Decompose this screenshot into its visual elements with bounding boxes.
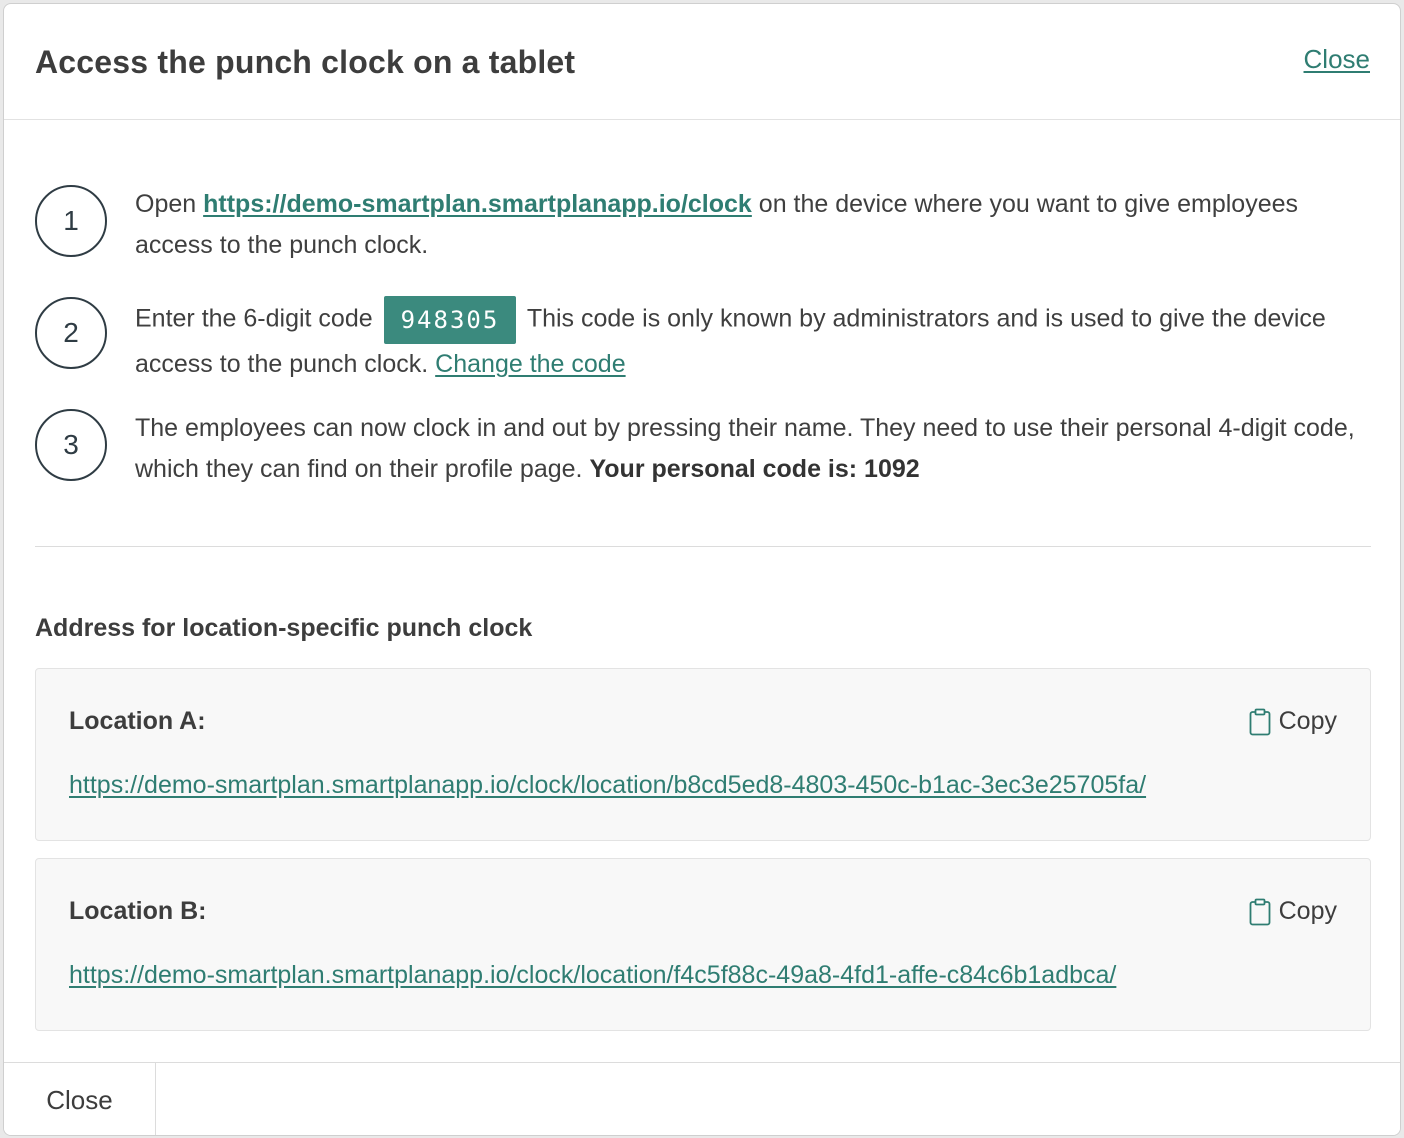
location-url-link[interactable]: https://demo-smartplan.smartplanapp.io/c…: [69, 771, 1146, 800]
step-text: The employees can now clock in and out b…: [135, 408, 1365, 490]
punch-clock-modal: Access the punch clock on a tablet Close…: [3, 3, 1401, 1136]
copy-button[interactable]: Copy: [1249, 707, 1337, 736]
step-text: Enter the 6-digit code 948305 This code …: [135, 296, 1365, 385]
step-number-circle: 3: [35, 409, 107, 481]
copy-label: Copy: [1278, 707, 1337, 735]
copy-label: Copy: [1278, 897, 1337, 925]
section-divider: [35, 546, 1371, 547]
device-code-badge: 948305: [383, 296, 517, 344]
location-name: Location B:: [69, 897, 207, 925]
modal-footer: Close: [4, 1062, 1400, 1135]
punch-clock-url-link[interactable]: https://demo-smartplan.smartplanapp.io/c…: [203, 190, 752, 218]
locations-section-label: Address for location-specific punch cloc…: [35, 614, 533, 642]
personal-code: Your personal code is: 1092: [589, 455, 920, 483]
footer-close-button[interactable]: Close: [4, 1063, 156, 1135]
step-prefix: Open: [135, 190, 197, 218]
clipboard-icon: [1249, 898, 1271, 925]
step-prefix: Enter the 6-digit code: [135, 304, 373, 333]
change-code-link[interactable]: Change the code: [435, 350, 625, 378]
step-number-circle: 1: [35, 185, 107, 257]
location-card: Location A: Copy https://demo-smartplan.…: [35, 668, 1371, 841]
location-card: Location B: Copy https://demo-smartplan.…: [35, 858, 1371, 1031]
copy-button[interactable]: Copy: [1249, 897, 1337, 926]
modal-title: Access the punch clock on a tablet: [35, 44, 576, 80]
modal-header: Access the punch clock on a tablet Close: [4, 4, 1400, 120]
clipboard-icon: [1249, 708, 1271, 735]
step-number-circle: 2: [35, 297, 107, 369]
header-close-link[interactable]: Close: [1304, 44, 1370, 75]
location-name: Location A:: [69, 707, 206, 735]
location-url-link[interactable]: https://demo-smartplan.smartplanapp.io/c…: [69, 961, 1116, 990]
step-text: Open https://demo-smartplan.smartplanapp…: [135, 184, 1365, 266]
